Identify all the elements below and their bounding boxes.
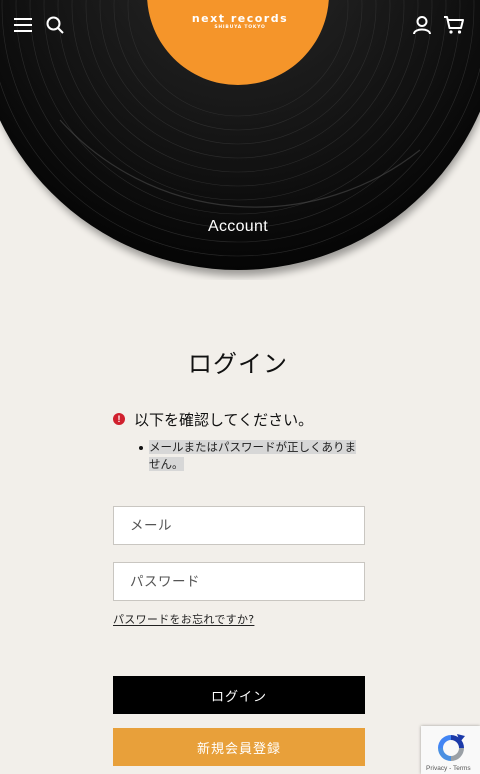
- password-field[interactable]: [113, 562, 365, 601]
- menu-icon[interactable]: [11, 13, 35, 37]
- error-item: メールまたはパスワードが正しくありません。: [113, 439, 365, 473]
- login-button[interactable]: ログイン: [113, 676, 365, 714]
- recaptcha-text: Privacy - Terms: [426, 765, 471, 772]
- error-message-box: ! 以下を確認してください。 メールまたはパスワードが正しくありません。: [113, 408, 365, 473]
- site-header: next records SHIBUYA TOKYO: [0, 0, 480, 52]
- recaptcha-icon: [438, 734, 465, 761]
- site-logo[interactable]: next records SHIBUYA TOKYO: [190, 13, 290, 31]
- hero-title: Account: [208, 218, 268, 235]
- error-item-text: メールまたはパスワードが正しくありません。: [149, 440, 356, 471]
- logo-text: next records: [191, 12, 289, 25]
- bullet-icon: [139, 446, 143, 450]
- error-list: メールまたはパスワードが正しくありません。: [113, 439, 365, 473]
- email-input[interactable]: [114, 507, 350, 544]
- email-field[interactable]: [113, 506, 365, 545]
- page-title: ログイン: [188, 350, 288, 378]
- register-button[interactable]: 新規会員登録: [113, 728, 365, 766]
- cart-icon[interactable]: [442, 13, 466, 37]
- logo-subtext: SHIBUYA TOKYO: [214, 25, 266, 30]
- search-icon[interactable]: [43, 13, 67, 37]
- error-heading-row: ! 以下を確認してください。: [113, 408, 365, 430]
- password-input[interactable]: [114, 563, 350, 600]
- error-heading: 以下を確認してください。: [134, 410, 314, 429]
- user-icon[interactable]: [410, 13, 434, 37]
- recaptcha-badge[interactable]: Privacy - Terms: [421, 726, 480, 774]
- forgot-password-link[interactable]: パスワードをお忘れですか?: [113, 611, 254, 627]
- error-icon: !: [113, 413, 125, 425]
